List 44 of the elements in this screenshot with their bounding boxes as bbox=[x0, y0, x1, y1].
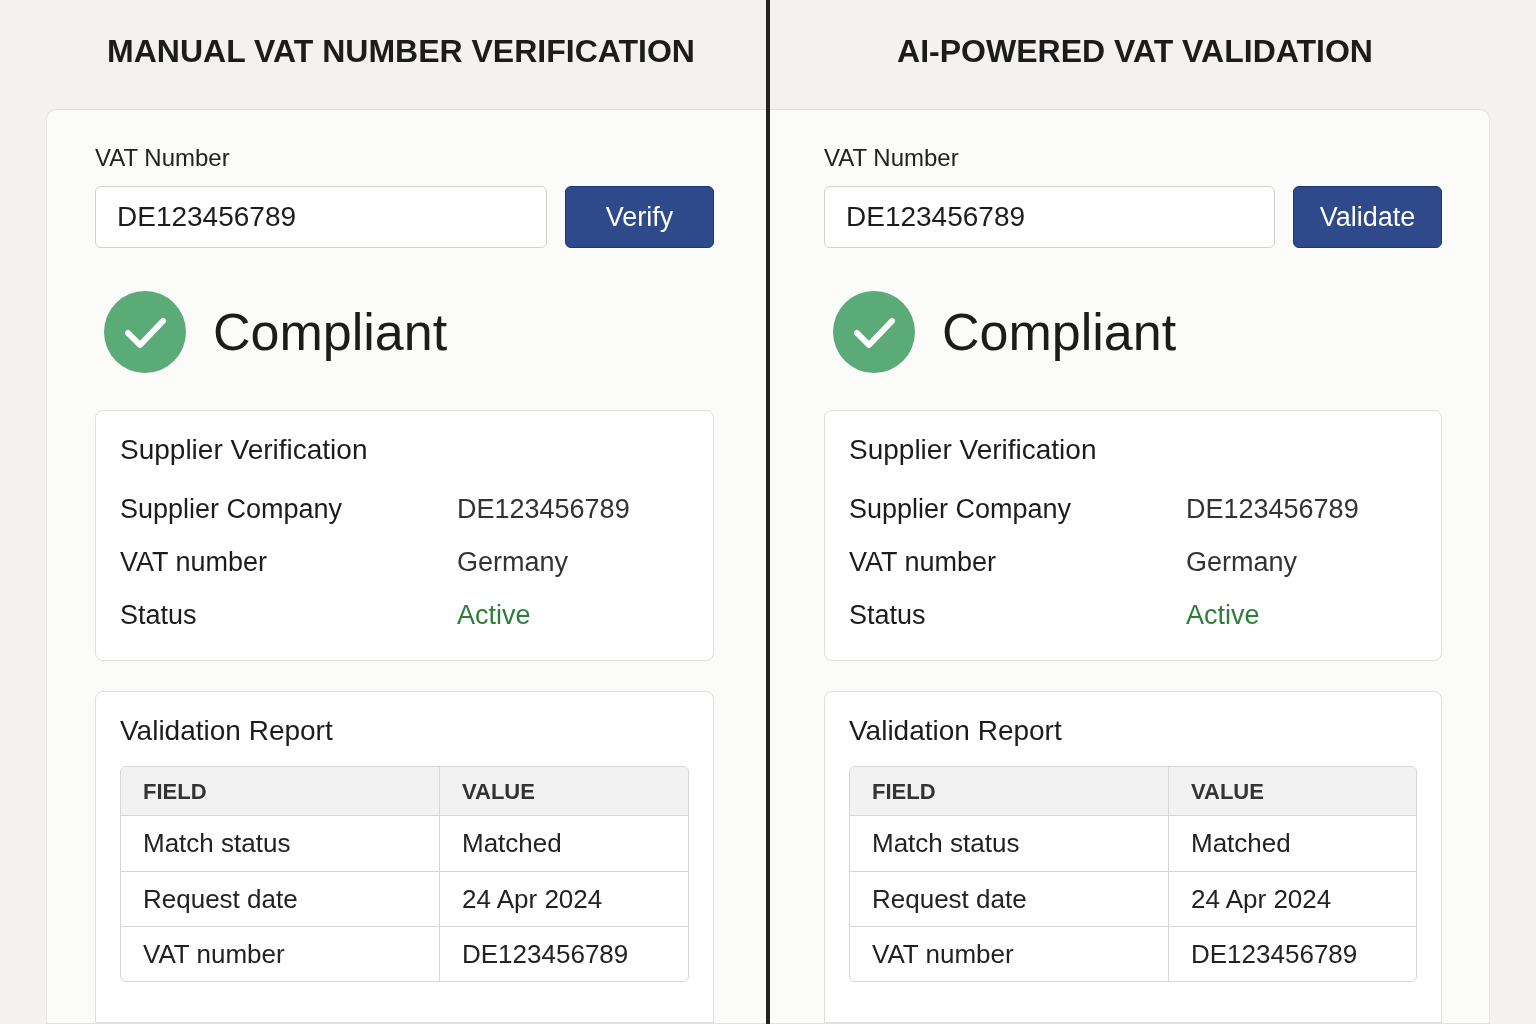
detail-value: DE123456789 bbox=[457, 493, 630, 527]
table-cell: Match status bbox=[850, 816, 1169, 871]
check-icon bbox=[833, 291, 915, 373]
panel-title: MANUAL VAT NUMBER VERIFICATION bbox=[106, 31, 696, 71]
status-heading: Compliant bbox=[942, 302, 1177, 363]
vat-number-field[interactable]: DE123456789 bbox=[824, 186, 1275, 248]
table-cell: Request date bbox=[850, 872, 1169, 926]
detail-value: Active bbox=[1186, 599, 1260, 633]
panel-title: AI-POWERED VAT VALIDATION bbox=[896, 31, 1374, 71]
check-icon bbox=[104, 291, 186, 373]
table-cell-text: DE123456789 bbox=[1190, 937, 1359, 971]
detail-label: Supplier Company bbox=[120, 493, 344, 527]
card-title: Validation Report bbox=[120, 714, 334, 748]
detail-label: Status bbox=[120, 599, 198, 633]
detail-value: Germany bbox=[457, 546, 569, 580]
detail-value: DE123456789 bbox=[1186, 493, 1359, 527]
vat-number-field[interactable]: DE123456789 bbox=[95, 186, 547, 248]
table-cell-text: Matched bbox=[461, 827, 563, 860]
detail-value: Germany bbox=[1186, 546, 1298, 580]
submit-button[interactable]: Validate bbox=[1293, 186, 1442, 248]
card-title: Validation Report bbox=[849, 714, 1063, 748]
status-heading: Compliant bbox=[213, 302, 448, 363]
field-label: VAT Number bbox=[95, 143, 231, 173]
table-cell-text: 24 Apr 2024 bbox=[461, 882, 604, 916]
detail-label: Status bbox=[849, 599, 927, 633]
table-cell: Match status bbox=[121, 816, 440, 871]
card-title: Supplier Verification bbox=[849, 433, 1098, 467]
detail-label: VAT number bbox=[849, 546, 998, 580]
detail-label: Supplier Company bbox=[849, 493, 1073, 527]
column-header: FIELD bbox=[121, 767, 440, 815]
submit-button[interactable]: Verify bbox=[565, 186, 714, 248]
column-header: FIELD bbox=[850, 767, 1169, 815]
column-header: VALUE bbox=[1190, 777, 1265, 806]
table-cell: VAT number bbox=[121, 927, 440, 981]
column-header: VALUE bbox=[461, 777, 536, 806]
detail-value: Active bbox=[457, 599, 531, 633]
card-title: Supplier Verification bbox=[120, 433, 369, 467]
table-cell-text: Matched bbox=[1190, 827, 1292, 860]
detail-label: VAT number bbox=[120, 546, 269, 580]
table-cell: Request date bbox=[121, 872, 440, 926]
field-label: VAT Number bbox=[824, 143, 960, 173]
table-cell-text: 24 Apr 2024 bbox=[1190, 882, 1333, 916]
table-cell: VAT number bbox=[850, 927, 1169, 981]
table-cell-text: DE123456789 bbox=[461, 937, 630, 971]
